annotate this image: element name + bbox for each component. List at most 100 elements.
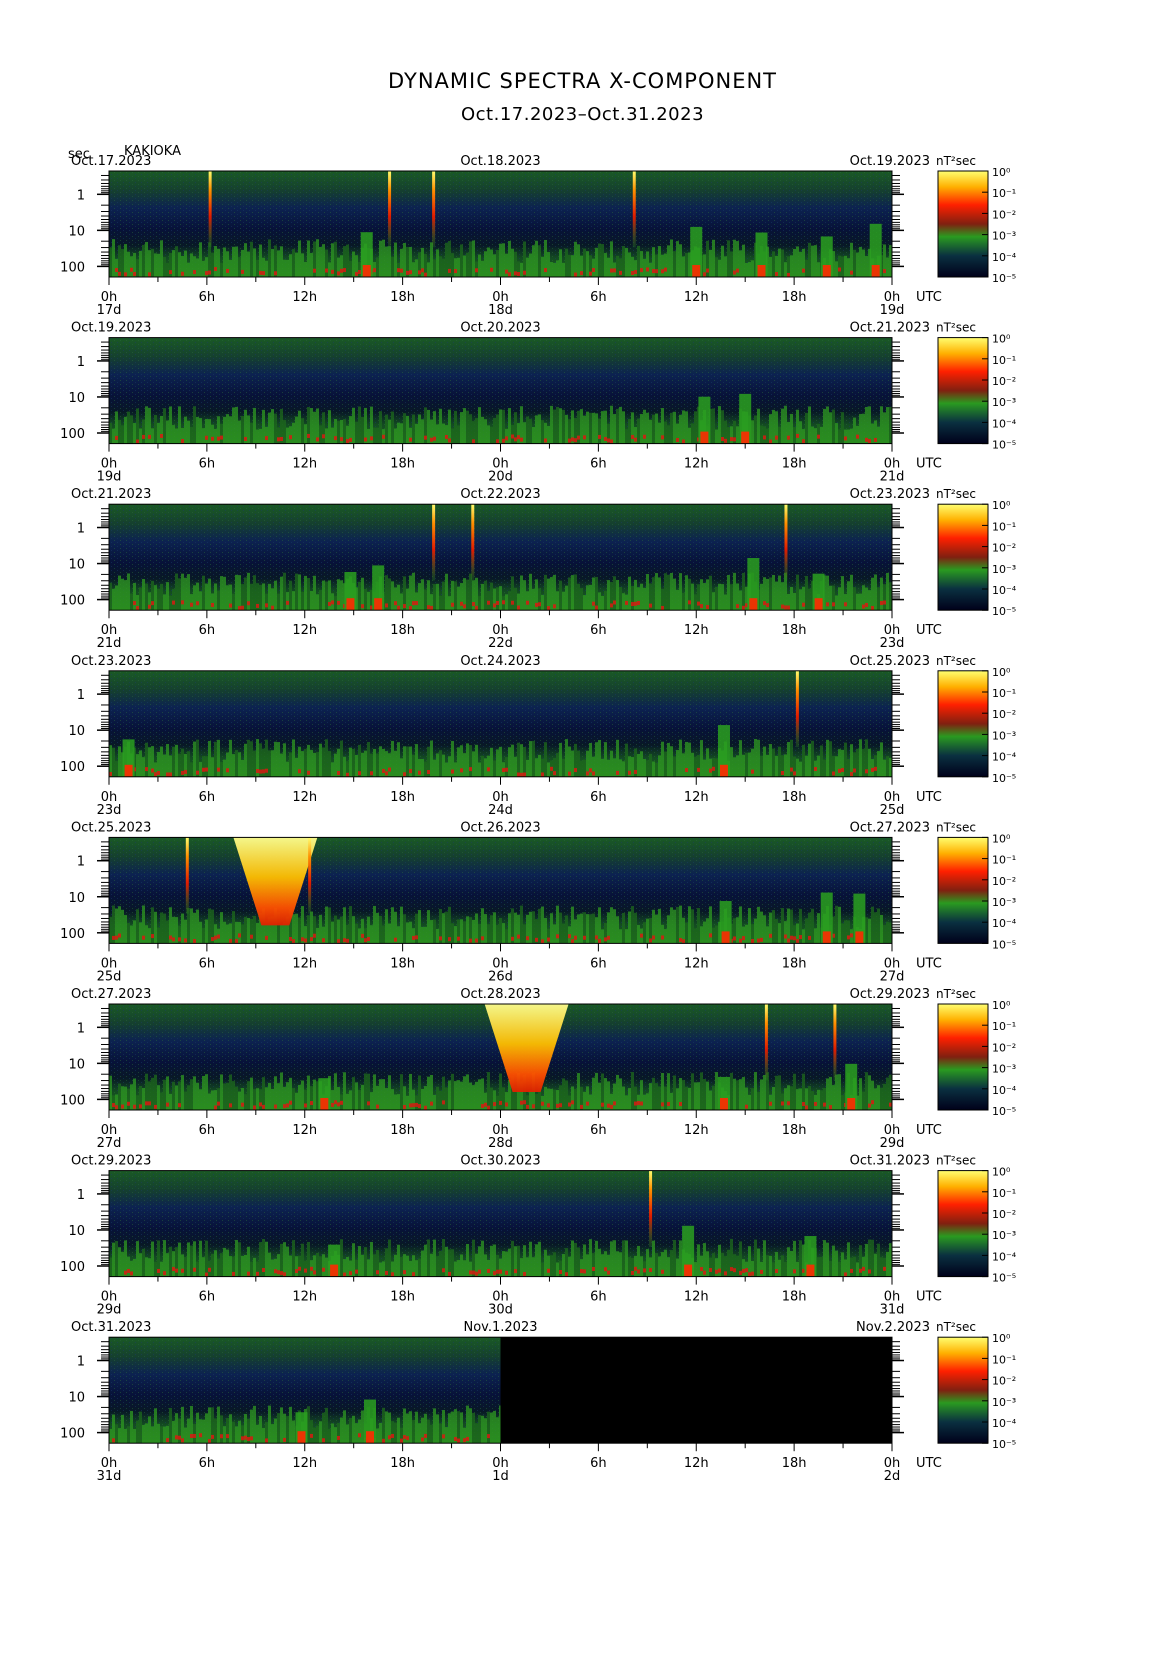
spectrum-power-cell bbox=[115, 435, 118, 440]
spectrum-lowfreq-cell bbox=[310, 408, 313, 444]
spectrum-lowfreq-cell bbox=[883, 412, 886, 444]
spectrum-lowfreq-cell bbox=[766, 1255, 769, 1277]
spectrum-lowfreq-cell bbox=[823, 408, 826, 444]
spectrum-lowfreq-cell bbox=[145, 1257, 148, 1277]
spectrum-power-cell bbox=[574, 768, 577, 773]
spectrum-lowfreq-cell bbox=[271, 1088, 274, 1110]
spectrum-lowfreq-cell bbox=[154, 1261, 157, 1277]
spectrum-lowfreq-cell bbox=[490, 1245, 493, 1277]
spectrum-lowfreq-cell bbox=[217, 1406, 220, 1444]
spectrum-lowfreq-cell bbox=[532, 245, 535, 277]
spectrum-burst-core bbox=[871, 265, 880, 277]
spectrum-lowfreq-cell bbox=[454, 410, 457, 444]
spectrum-power-cell bbox=[274, 1104, 277, 1109]
spectrum-lowfreq-cell bbox=[655, 1083, 658, 1110]
spectrum-lowfreq-cell bbox=[322, 747, 325, 777]
spectrum-lowfreq-cell bbox=[154, 414, 157, 444]
spectrum-power-cell bbox=[631, 602, 634, 607]
spectrum-lowfreq-cell bbox=[673, 756, 676, 777]
spectrum-lowfreq-cell bbox=[292, 1240, 295, 1277]
colorbar-tick-label: 10⁰ bbox=[992, 499, 1011, 512]
spectrum-power-cell bbox=[481, 1104, 484, 1109]
spectrum-lowfreq-cell bbox=[508, 240, 511, 277]
spectrum-power-cell bbox=[868, 1269, 871, 1274]
spectrum-lowfreq-cell bbox=[160, 746, 163, 777]
spectrum-lowfreq-cell bbox=[649, 262, 652, 277]
spectrum-lowfreq-cell bbox=[253, 750, 256, 777]
spectrum-power-cell bbox=[448, 937, 451, 942]
spectrum-lowfreq-cell bbox=[403, 413, 406, 444]
spectrum-power-cell bbox=[193, 939, 196, 944]
spectrum-lowfreq-cell bbox=[316, 1425, 319, 1444]
y-tick-label: 10 bbox=[68, 391, 85, 406]
spectrum-lowfreq-cell bbox=[208, 578, 211, 611]
spectrum-power-cell bbox=[358, 1433, 361, 1438]
spectrogram-panel: Oct.29.2023 Oct.30.2023 Oct.31.2023 nT²sec1… bbox=[60, 1154, 1017, 1318]
spectrum-power-cell bbox=[412, 1103, 415, 1108]
spectrum-lowfreq-cell bbox=[127, 411, 130, 444]
spectrum-lowfreq-cell bbox=[388, 578, 391, 611]
spectrum-lowfreq-cell bbox=[850, 744, 853, 777]
spectrum-lowfreq-cell bbox=[406, 1255, 409, 1277]
panel-date-left: Oct.19.2023 bbox=[71, 321, 151, 336]
colorbar-tick-label: 10⁻¹ bbox=[992, 187, 1016, 200]
spectrum-lowfreq-cell bbox=[778, 1075, 781, 1110]
x-tick-label: 6h bbox=[590, 290, 607, 305]
spectrum-lowfreq-cell bbox=[118, 420, 121, 444]
spectrum-lowfreq-cell bbox=[865, 1072, 868, 1110]
colorbar-unit-label: nT²sec bbox=[936, 1320, 976, 1334]
spectrum-power-cell bbox=[259, 270, 262, 275]
spectrum-power-cell bbox=[589, 271, 592, 276]
y-tick-label: 100 bbox=[60, 1260, 85, 1275]
spectrum-lowfreq-cell bbox=[760, 1079, 763, 1110]
spectrum-lowfreq-cell bbox=[397, 742, 400, 777]
spectrum-lowfreq-cell bbox=[379, 1422, 382, 1444]
spectrum-power-cell bbox=[424, 435, 427, 440]
spectrum-lowfreq-cell bbox=[121, 1414, 124, 1444]
spectrum-lowfreq-cell bbox=[352, 916, 355, 944]
spectrum-lowfreq-cell bbox=[424, 1413, 427, 1444]
spectrum-power-cell bbox=[880, 601, 883, 606]
spectrum-power-cell bbox=[706, 268, 709, 273]
spectrum-lowfreq-cell bbox=[520, 262, 523, 277]
spectrum-power-cell bbox=[871, 767, 874, 772]
spectrum-lowfreq-cell bbox=[454, 926, 457, 944]
spectrum-lowfreq-cell bbox=[445, 1427, 448, 1444]
spectrum-power-cell bbox=[118, 933, 121, 938]
spectrum-lowfreq-cell bbox=[745, 262, 748, 277]
spectrum-lowfreq-cell bbox=[676, 1258, 679, 1277]
spectrum-lowfreq-cell bbox=[445, 762, 448, 777]
spectrum-lowfreq-cell bbox=[130, 925, 133, 944]
spectrum-power-cell bbox=[346, 938, 349, 943]
y-tick-label: 100 bbox=[60, 1093, 85, 1108]
spectrum-lowfreq-cell bbox=[367, 591, 370, 611]
spectrum-power-cell bbox=[193, 1433, 196, 1438]
spectrum-power-cell bbox=[568, 771, 571, 776]
spectrum-lowfreq-cell bbox=[298, 240, 301, 277]
spectrum-lowfreq-cell bbox=[376, 753, 379, 777]
spectrum-power-cell bbox=[469, 1270, 472, 1275]
spectrum-lowfreq-cell bbox=[481, 1415, 484, 1444]
colorbar-tick-label: 10⁻² bbox=[992, 208, 1016, 221]
spectrum-lowfreq-cell bbox=[355, 1082, 358, 1110]
spectrum-power-cell bbox=[547, 1268, 550, 1273]
spectrum-lowfreq-cell bbox=[235, 406, 238, 444]
spectrum-lowfreq-cell bbox=[133, 423, 136, 444]
spectrum-lowfreq-cell bbox=[301, 591, 304, 611]
spectrogram-panel: Oct.25.2023 Oct.26.2023 Oct.27.2023 nT²sec1… bbox=[60, 820, 1017, 984]
spectrum-lowfreq-cell bbox=[262, 1428, 265, 1444]
spectrum-lowfreq-cell bbox=[328, 907, 331, 944]
spectrum-lowfreq-cell bbox=[160, 415, 163, 444]
spectrum-power-cell bbox=[568, 1102, 571, 1107]
spectrum-lowfreq-cell bbox=[154, 1074, 157, 1110]
spectrum-lowfreq-cell bbox=[661, 741, 664, 777]
spectrum-lowfreq-cell bbox=[601, 758, 604, 777]
spectrum-lowfreq-cell bbox=[820, 1090, 823, 1110]
spectrum-lowfreq-cell bbox=[268, 1252, 271, 1277]
spectrum-lowfreq-cell bbox=[745, 924, 748, 944]
spectrum-power-cell bbox=[322, 1267, 325, 1272]
x-tick-label: 18h bbox=[390, 290, 415, 305]
spectrum-power-cell bbox=[595, 935, 598, 940]
spectrum-power-cell bbox=[679, 1102, 682, 1107]
spectrum-power-cell bbox=[679, 937, 682, 942]
